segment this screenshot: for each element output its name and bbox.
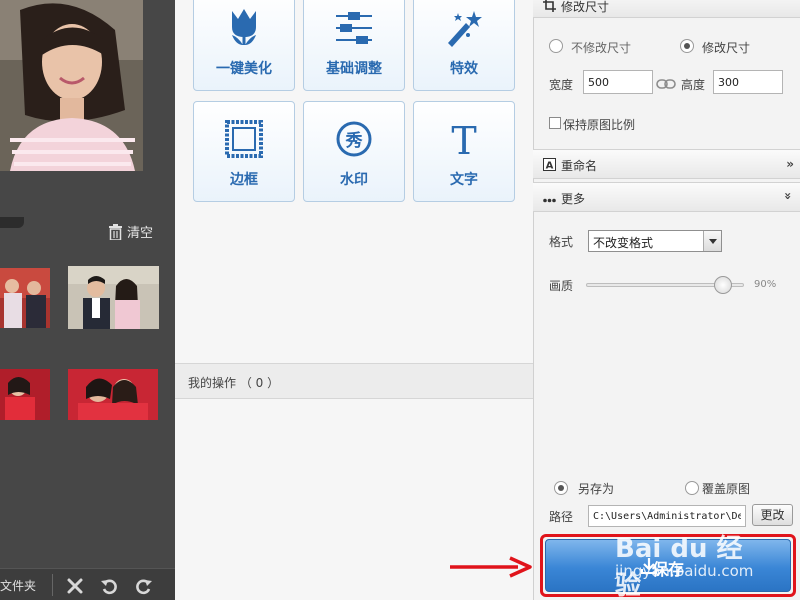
tool-watermark-button[interactable]: 秀 水印 bbox=[303, 101, 405, 202]
delete-icon[interactable] bbox=[66, 577, 84, 595]
keep-ratio-checkbox[interactable] bbox=[549, 117, 561, 129]
rename-section-header[interactable]: A 重命名 » bbox=[533, 149, 800, 179]
thumbnail-4[interactable] bbox=[68, 369, 158, 420]
toolbar-divider bbox=[52, 574, 53, 596]
rotate-left-icon[interactable] bbox=[100, 577, 118, 595]
change-path-button[interactable]: 更改 bbox=[752, 504, 793, 526]
save-button[interactable]: 保存 bbox=[545, 539, 791, 592]
operations-label: 我的操作 （ 0 ） bbox=[188, 376, 280, 390]
expand-chevron-icon[interactable]: » bbox=[786, 157, 794, 171]
rename-icon-char: A bbox=[546, 161, 554, 172]
tool-label: 特效 bbox=[450, 61, 478, 77]
format-value: 不改变格式 bbox=[593, 236, 654, 250]
watermark-badge-icon: 秀 bbox=[336, 121, 372, 157]
rename-icon: A bbox=[543, 158, 556, 171]
dropdown-arrow-icon[interactable] bbox=[703, 231, 721, 251]
tool-basic-adjust-button[interactable]: 基础调整 bbox=[303, 0, 405, 91]
tool-frame-button[interactable]: 边框 bbox=[193, 101, 295, 202]
thumbnail-2[interactable] bbox=[68, 266, 159, 329]
width-label: 宽度 bbox=[549, 78, 574, 92]
tool-text-button[interactable]: T 文字 bbox=[413, 101, 515, 202]
tool-effects-button[interactable]: 特效 bbox=[413, 0, 515, 91]
resize-title: 修改尺寸 bbox=[561, 0, 610, 14]
rename-title: 重命名 bbox=[561, 159, 598, 173]
tool-one-click-beautify-button[interactable]: 一键美化 bbox=[193, 0, 295, 91]
quality-value: 90% bbox=[754, 279, 777, 290]
more-dots-icon bbox=[543, 198, 556, 203]
sliders-icon bbox=[336, 12, 372, 44]
clear-label: 清空 bbox=[127, 226, 154, 241]
more-section-header[interactable]: 更多 » bbox=[533, 182, 800, 212]
tool-label: 一键美化 bbox=[216, 61, 272, 77]
text-t-icon: T bbox=[451, 119, 476, 158]
folder-label[interactable]: 文件夹 bbox=[0, 577, 36, 594]
change-size-radio[interactable] bbox=[680, 39, 694, 53]
preview-photo[interactable] bbox=[0, 0, 143, 171]
thumbnail-1[interactable] bbox=[0, 268, 50, 328]
text-icon-char: T bbox=[451, 119, 476, 158]
quality-label: 画质 bbox=[549, 279, 574, 293]
change-size-label[interactable]: 修改尺寸 bbox=[702, 39, 750, 56]
height-input[interactable] bbox=[713, 70, 783, 94]
clear-button[interactable]: 清空 bbox=[108, 222, 153, 241]
tulip-icon bbox=[232, 9, 256, 45]
watermark-badge-char: 秀 bbox=[345, 131, 363, 151]
keep-size-label[interactable]: 不修改尺寸 bbox=[571, 39, 631, 56]
more-title: 更多 bbox=[561, 192, 586, 206]
format-label: 格式 bbox=[549, 235, 574, 249]
save-as-label[interactable]: 另存为 bbox=[578, 480, 614, 497]
list-tab-marker[interactable] bbox=[0, 217, 24, 228]
tool-label: 基础调整 bbox=[326, 61, 382, 77]
format-select[interactable]: 不改变格式 bbox=[588, 230, 722, 252]
save-as-radio[interactable] bbox=[554, 481, 568, 495]
rotate-right-icon[interactable] bbox=[135, 577, 153, 595]
trash-icon bbox=[109, 223, 122, 240]
collapse-chevron-icon[interactable]: » bbox=[781, 192, 795, 200]
height-label: 高度 bbox=[681, 78, 706, 92]
frame-icon bbox=[225, 120, 263, 158]
tool-label: 水印 bbox=[340, 172, 368, 188]
width-input[interactable] bbox=[583, 70, 653, 94]
path-input[interactable] bbox=[588, 505, 746, 527]
keep-ratio-label[interactable]: 保持原图比例 bbox=[563, 116, 635, 133]
path-label: 路径 bbox=[549, 510, 574, 524]
operations-bar: 我的操作 （ 0 ） bbox=[175, 363, 533, 399]
overwrite-radio[interactable] bbox=[685, 481, 699, 495]
thumbnail-3[interactable] bbox=[0, 369, 50, 420]
keep-size-radio[interactable] bbox=[549, 39, 563, 53]
red-arrow-annotation bbox=[450, 556, 532, 578]
magic-wand-icon bbox=[448, 11, 482, 47]
overwrite-label[interactable]: 覆盖原图 bbox=[702, 480, 750, 497]
tool-label: 文字 bbox=[450, 172, 478, 188]
resize-section-header[interactable]: 修改尺寸 bbox=[533, 0, 800, 18]
save-label: 保存 bbox=[651, 560, 684, 579]
link-ratio-icon[interactable] bbox=[656, 78, 676, 90]
crop-icon bbox=[543, 0, 556, 12]
tool-label: 边框 bbox=[230, 172, 258, 188]
